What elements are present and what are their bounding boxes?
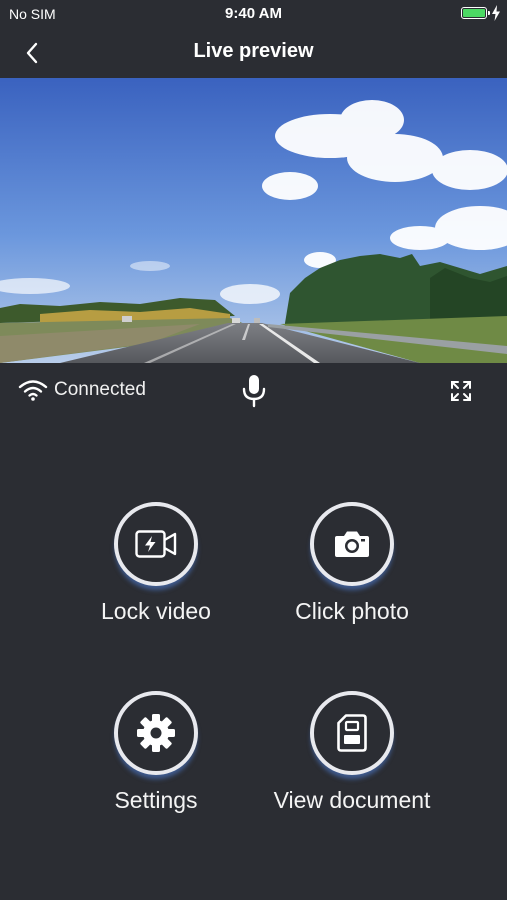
wifi-icon <box>18 380 48 401</box>
nav-bar: Live preview <box>0 28 507 78</box>
settings-circle <box>114 691 198 775</box>
camera-feed-image <box>0 78 507 363</box>
battery-tip <box>488 11 490 15</box>
lock-video-circle <box>114 502 198 586</box>
sd-card-icon <box>337 714 367 752</box>
lock-video-label: Lock video <box>101 598 211 624</box>
status-time: 9:40 AM <box>225 5 282 22</box>
view-document-label: View document <box>273 787 431 813</box>
camera-icon <box>335 531 369 557</box>
charging-bolt-icon <box>492 5 500 21</box>
battery-fill <box>463 9 485 17</box>
status-bar: No SIM 9:40 AM <box>0 0 507 28</box>
fullscreen-button[interactable] <box>446 377 476 405</box>
settings-button[interactable]: Settings <box>56 691 256 841</box>
live-preview-video[interactable] <box>0 78 507 363</box>
preview-control-bar: Connected <box>0 363 507 419</box>
lock-video-icon <box>135 530 177 558</box>
click-photo-circle <box>310 502 394 586</box>
view-document-button[interactable]: View document <box>252 691 452 841</box>
connection-status-label: Connected <box>54 379 146 400</box>
page-title: Live preview <box>193 40 314 62</box>
connection-status: Connected <box>18 379 146 401</box>
click-photo-button[interactable]: Click photo <box>252 502 452 652</box>
expand-icon <box>451 381 471 401</box>
click-photo-label: Click photo <box>295 598 409 624</box>
settings-label: Settings <box>114 787 198 813</box>
view-document-circle <box>310 691 394 775</box>
lock-video-button[interactable]: Lock video <box>56 502 256 652</box>
microphone-button[interactable] <box>238 373 270 409</box>
microphone-icon <box>242 375 266 408</box>
battery-icon <box>461 7 490 19</box>
gear-icon <box>137 714 175 752</box>
